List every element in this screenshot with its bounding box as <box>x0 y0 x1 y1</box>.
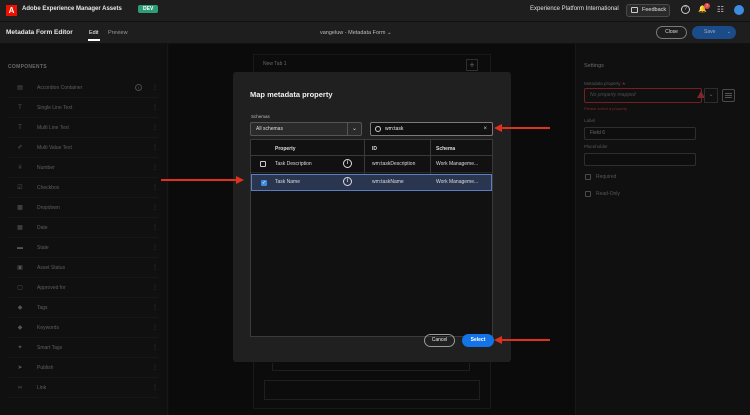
notification-count-badge: 7 <box>704 3 710 9</box>
arrow-shaft <box>161 179 236 181</box>
column-header-id: ID <box>372 146 377 152</box>
table-row-selected[interactable]: ✓ Task Name i wm:taskName Work Manageme.… <box>251 174 492 191</box>
form-name-label: vangeluw - Metadata Form <box>320 30 386 36</box>
save-label: Save <box>704 29 716 35</box>
schemas-selected-value: All schemas <box>256 126 283 132</box>
arrow-shaft <box>502 339 550 341</box>
search-value: wm:task <box>385 126 404 132</box>
property-schema: Work Manageme... <box>436 179 479 185</box>
property-name: Task Description <box>275 161 312 167</box>
search-icon <box>375 126 381 132</box>
property-name: Task Name <box>275 179 301 185</box>
cancel-button[interactable]: Cancel <box>424 334 455 347</box>
schemas-label: Schemas <box>251 114 270 119</box>
property-table: Property ID Schema Task Description i wm… <box>250 139 493 337</box>
info-icon[interactable]: i <box>343 177 352 186</box>
chevron-down-icon: ⌄ <box>347 123 361 135</box>
feedback-label: Feedback <box>642 7 667 13</box>
tab-preview[interactable]: Preview <box>108 30 128 36</box>
arrow-shaft <box>502 127 550 129</box>
arrow-head <box>494 336 502 344</box>
dialog-title: Map metadata property <box>250 90 333 99</box>
close-button[interactable]: Close <box>656 26 687 39</box>
app-name[interactable]: Adobe Experience Manager Assets <box>22 6 122 12</box>
property-id: wm:taskDescription <box>372 161 416 167</box>
clear-icon[interactable]: × <box>483 123 487 135</box>
environment-badge: DEV <box>138 5 159 13</box>
property-id: wm:taskName <box>372 179 404 185</box>
select-button[interactable]: Select <box>462 334 494 347</box>
top-navigation-bar: A Adobe Experience Manager Assets DEV Ex… <box>0 0 750 22</box>
editor-title: Metadata Form Editor <box>6 29 73 36</box>
search-input[interactable]: wm:task × <box>370 122 493 136</box>
row-checkbox[interactable] <box>260 161 266 167</box>
map-metadata-property-dialog: Map metadata property Schemas All schema… <box>233 72 511 362</box>
editor-header: Metadata Form Editor Edit Preview vangel… <box>0 22 750 44</box>
tab-edit[interactable]: Edit <box>89 30 98 36</box>
user-avatar[interactable] <box>734 5 744 15</box>
chevron-down-icon: ⌄ <box>386 30 392 36</box>
feedback-button[interactable]: Feedback <box>626 4 670 17</box>
active-tab-indicator <box>88 39 100 41</box>
table-row[interactable]: Task Description i wm:taskDescription Wo… <box>251 156 492 173</box>
adobe-logo-icon[interactable]: A <box>6 5 17 16</box>
info-icon[interactable]: i <box>343 159 352 168</box>
column-header-schema: Schema <box>436 146 456 152</box>
save-button[interactable]: Save ⌄ <box>692 26 736 39</box>
chevron-down-icon: ⌄ <box>726 29 731 35</box>
schemas-select[interactable]: All schemas ⌄ <box>250 122 362 136</box>
app-switcher-grid-icon[interactable]: ☷ <box>716 5 725 14</box>
organization-switcher[interactable]: Experience Platform International <box>530 6 619 12</box>
feedback-icon <box>631 7 638 13</box>
form-name-dropdown[interactable]: vangeluw - Metadata Form ⌄ <box>320 30 392 36</box>
row-checkbox-checked[interactable]: ✓ <box>261 180 267 186</box>
help-icon[interactable]: ? <box>681 5 690 14</box>
property-schema: Work Manageme... <box>436 161 479 167</box>
column-header-property: Property <box>275 146 296 152</box>
arrow-head <box>236 176 244 184</box>
arrow-head <box>494 124 502 132</box>
